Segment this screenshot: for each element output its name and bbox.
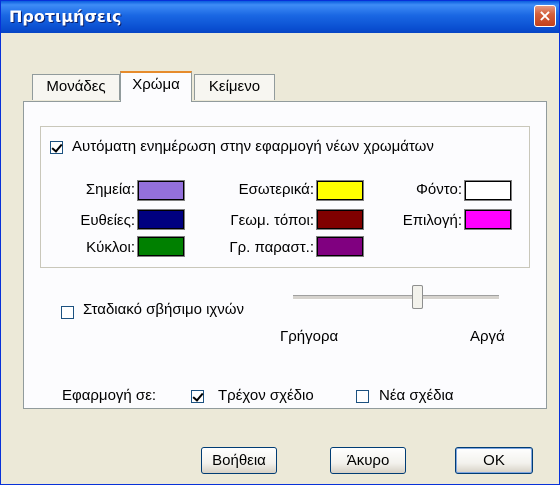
selection-label: Επιλογή: bbox=[402, 212, 462, 229]
background-color-swatch[interactable] bbox=[464, 180, 512, 201]
window-title: Προτιμήσεις bbox=[9, 7, 122, 26]
title-bar[interactable]: Προτιμήσεις × bbox=[1, 1, 559, 33]
fade-slow-label: Αργά bbox=[470, 328, 505, 345]
points-color-swatch[interactable] bbox=[137, 180, 185, 201]
loci-label: Γεωμ. τόποι: bbox=[230, 212, 314, 229]
loci-color-swatch[interactable] bbox=[316, 209, 364, 230]
current-drawing-checkbox[interactable] bbox=[191, 390, 204, 403]
auto-update-checkbox[interactable] bbox=[50, 141, 63, 154]
cancel-button[interactable]: Άκυρο bbox=[330, 447, 406, 474]
close-button[interactable]: × bbox=[534, 5, 556, 27]
lines-color-swatch[interactable] bbox=[137, 209, 185, 230]
preferences-dialog: Προτιμήσεις × Μονάδες Χρώμα Κείμενο Αυτό… bbox=[0, 0, 560, 485]
apply-to-label: Εφαρμογή σε: bbox=[62, 387, 157, 404]
lines-label: Ευθείες: bbox=[80, 212, 135, 229]
graphs-label: Γρ. παραστ.: bbox=[229, 239, 314, 256]
points-label: Σημεία: bbox=[85, 181, 135, 198]
fade-fast-label: Γρήγορα bbox=[280, 328, 339, 345]
circles-color-swatch[interactable] bbox=[137, 236, 185, 257]
tab-units[interactable]: Μονάδες bbox=[32, 74, 120, 100]
current-drawing-label: Τρέχον σχέδιο bbox=[218, 387, 314, 404]
interior-label: Εσωτερικά: bbox=[238, 181, 314, 198]
new-drawings-label: Νέα σχέδια bbox=[379, 387, 454, 404]
ok-button[interactable]: OK bbox=[455, 447, 533, 474]
trace-fade-label: Σταδιακό σβήσιμο ιχνών bbox=[83, 301, 245, 318]
background-label: Φόντο: bbox=[415, 181, 462, 198]
graphs-color-swatch[interactable] bbox=[316, 236, 364, 257]
help-button[interactable]: Βοήθεια bbox=[201, 447, 277, 474]
interior-color-swatch[interactable] bbox=[316, 180, 364, 201]
tab-text[interactable]: Κείμενο bbox=[194, 74, 275, 100]
fade-speed-slider-track[interactable] bbox=[293, 295, 499, 300]
circles-label: Κύκλοι: bbox=[86, 239, 135, 256]
selection-color-swatch[interactable] bbox=[464, 209, 512, 230]
tab-color[interactable]: Χρώμα bbox=[120, 71, 192, 102]
new-drawings-checkbox[interactable] bbox=[356, 390, 369, 403]
trace-fade-checkbox[interactable] bbox=[61, 306, 74, 319]
fade-speed-slider-thumb[interactable] bbox=[412, 285, 423, 309]
auto-update-label: Αυτόματη ενημέρωση στην εφαρμογή νέων χρ… bbox=[72, 138, 434, 155]
